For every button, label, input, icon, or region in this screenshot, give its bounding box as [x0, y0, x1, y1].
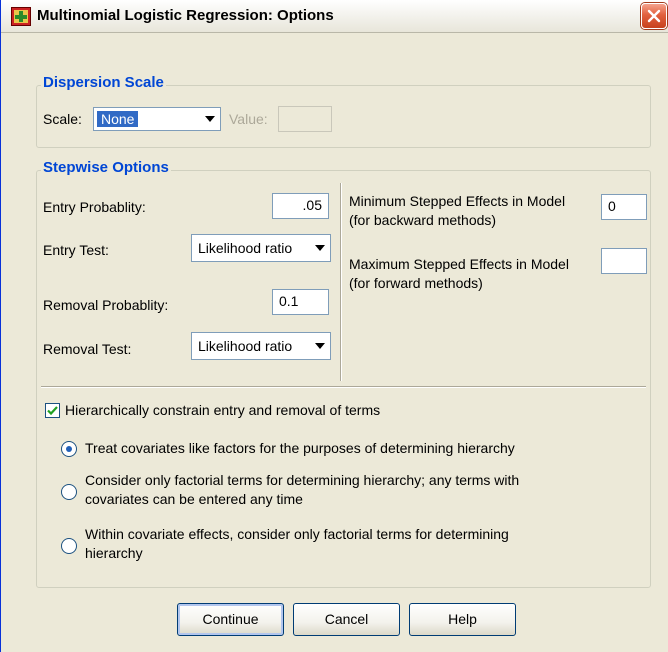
radio-within-covariate-label-line2[interactable]: hierarchy [85, 545, 143, 561]
removal-test-dropdown[interactable]: Likelihood ratio [191, 332, 331, 360]
options-dialog: Multinomial Logistic Regression: Options… [0, 0, 668, 652]
stepwise-horizontal-separator [41, 386, 646, 388]
stepwise-vertical-separator [340, 183, 342, 381]
scale-dropdown[interactable]: None [93, 107, 221, 131]
radio-dot [66, 446, 72, 452]
radio-factorial-terms[interactable] [61, 484, 77, 500]
radio-within-covariate[interactable] [61, 538, 77, 554]
chevron-down-icon [315, 245, 325, 251]
radio-within-covariate-label-line1[interactable]: Within covariate effects, consider only … [85, 526, 509, 542]
radio-treat-covariates[interactable] [61, 441, 77, 457]
hierarchy-checkbox[interactable] [45, 403, 60, 418]
radio-factorial-terms-label-line1[interactable]: Consider only factorial terms for determ… [85, 472, 519, 488]
value-input[interactable] [278, 106, 332, 132]
spss-dialog-icon [11, 7, 31, 26]
min-effects-label: Minimum Stepped Effects in Model [349, 193, 566, 209]
title-bar[interactable]: Multinomial Logistic Regression: Options [1, 0, 668, 33]
removal-probability-label: Removal Probablity: [43, 297, 169, 313]
close-icon [647, 9, 661, 23]
removal-test-value: Likelihood ratio [198, 338, 293, 354]
entry-probability-label: Entry Probablity: [43, 199, 146, 215]
removal-test-label: Removal Test: [43, 341, 132, 357]
radio-factorial-terms-label-line2[interactable]: covariates can be entered any time [85, 491, 303, 507]
stepwise-options-legend: Stepwise Options [41, 159, 171, 176]
dispersion-scale-legend: Dispersion Scale [41, 74, 166, 91]
chevron-down-icon [315, 343, 325, 349]
entry-test-label: Entry Test: [43, 242, 109, 258]
scale-dropdown-value: None [97, 111, 139, 127]
removal-probability-input[interactable]: 0.1 [272, 289, 329, 315]
window-title: Multinomial Logistic Regression: Options [37, 7, 334, 24]
continue-button[interactable]: Continue [177, 603, 284, 636]
min-effects-input[interactable]: 0 [601, 194, 647, 220]
cancel-button[interactable]: Cancel [293, 603, 400, 636]
chevron-down-icon [205, 116, 215, 122]
max-effects-sublabel: (for forward methods) [349, 275, 483, 291]
entry-probability-input[interactable]: .05 [272, 193, 329, 219]
value-label: Value: [229, 111, 268, 127]
radio-treat-covariates-label[interactable]: Treat covariates like factors for the pu… [85, 440, 515, 456]
min-effects-sublabel: (for backward methods) [349, 212, 497, 228]
hierarchy-checkbox-label[interactable]: Hierarchically constrain entry and remov… [65, 402, 380, 418]
checkmark-icon [47, 406, 58, 416]
entry-test-value: Likelihood ratio [198, 240, 293, 256]
close-button[interactable] [641, 3, 667, 29]
scale-label: Scale: [43, 111, 82, 127]
entry-test-dropdown[interactable]: Likelihood ratio [191, 234, 331, 262]
max-effects-label: Maximum Stepped Effects in Model [349, 256, 569, 272]
max-effects-input[interactable] [601, 248, 647, 274]
help-button[interactable]: Help [409, 603, 516, 636]
